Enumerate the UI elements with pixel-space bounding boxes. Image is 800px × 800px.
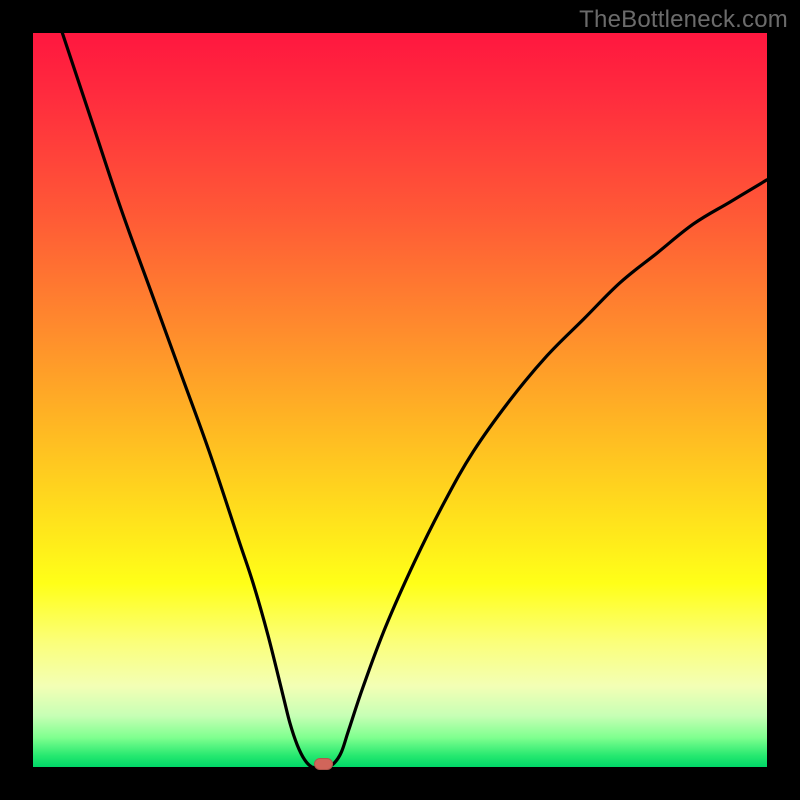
watermark-text: TheBottleneck.com	[579, 6, 788, 34]
plot-area	[33, 33, 767, 767]
chart-frame: TheBottleneck.com	[0, 0, 800, 800]
optimum-marker	[314, 758, 333, 770]
bottleneck-curve	[33, 33, 767, 767]
